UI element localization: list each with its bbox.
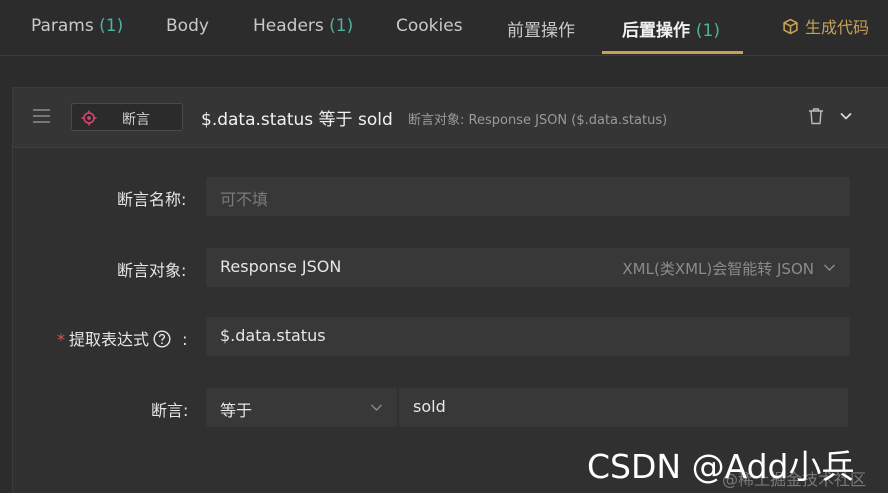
tab-pre-operations[interactable]: 前置操作 bbox=[507, 16, 575, 41]
tab-label: Cookies bbox=[396, 16, 463, 36]
chevron-down-icon bbox=[371, 404, 382, 411]
assertion-expected-input[interactable]: sold bbox=[399, 388, 848, 427]
tab-count: (1) bbox=[99, 16, 124, 36]
tab-params[interactable]: Params (1) bbox=[31, 16, 123, 36]
tab-label: Body bbox=[166, 16, 209, 36]
assertion-name-placeholder: 可不填 bbox=[220, 190, 269, 209]
tab-body[interactable]: Body bbox=[166, 16, 209, 36]
extract-expression-value: $.data.status bbox=[220, 326, 326, 345]
assertion-target-select[interactable]: Response JSON XML(类XML)会智能转 JSON bbox=[206, 248, 850, 287]
extract-expression-text: 提取表达式 bbox=[69, 330, 150, 349]
assertion-subtitle: 断言对象: Response JSON ($.data.status) bbox=[408, 113, 668, 128]
assertion-expected-value: sold bbox=[413, 397, 446, 416]
assertion-target-label: 断言对象: bbox=[117, 261, 187, 280]
assertion-target-hint: XML(类XML)会智能转 JSON bbox=[622, 260, 814, 278]
extract-expression-input[interactable]: $.data.status bbox=[206, 317, 850, 356]
help-icon[interactable] bbox=[153, 330, 171, 348]
drag-handle-icon[interactable] bbox=[33, 109, 50, 123]
request-tab-bar: Params (1) Body Headers (1) Cookies 前置操作… bbox=[0, 0, 888, 56]
assertion-operator-value: 等于 bbox=[220, 401, 253, 420]
assertion-type-chip: 断言 bbox=[71, 103, 183, 131]
generate-code-button[interactable]: 生成代码 bbox=[782, 14, 869, 38]
tab-post-operations[interactable]: 后置操作 (1) bbox=[622, 16, 720, 41]
tab-label: 前置操作 bbox=[507, 21, 575, 41]
tab-count: (1) bbox=[695, 21, 721, 41]
assertion-label: 断言: bbox=[151, 401, 189, 420]
tab-cookies[interactable]: Cookies bbox=[396, 16, 463, 36]
chevron-down-icon bbox=[824, 264, 835, 271]
tab-label: Headers bbox=[253, 16, 324, 36]
tab-label: Params bbox=[31, 16, 94, 36]
juejin-watermark: @稀土掘金技术社区 bbox=[722, 470, 867, 489]
extract-expression-label: * 提取表达式 : bbox=[57, 326, 188, 350]
post-operations-panel: Params (1) Body Headers (1) Cookies 前置操作… bbox=[0, 0, 888, 493]
required-marker: * bbox=[57, 330, 65, 349]
assertion-card: 断言 $.data.status 等于 sold 断言对象: Response … bbox=[12, 87, 888, 493]
assertion-target-value: Response JSON bbox=[220, 257, 342, 276]
assertion-operator-select[interactable]: 等于 bbox=[206, 388, 397, 427]
tab-label: 后置操作 bbox=[622, 21, 690, 41]
assertion-title: $.data.status 等于 sold bbox=[201, 110, 393, 130]
tab-count: (1) bbox=[329, 16, 354, 36]
trash-icon[interactable] bbox=[808, 107, 824, 125]
assertion-card-header[interactable]: 断言 $.data.status 等于 sold 断言对象: Response … bbox=[13, 88, 888, 148]
active-tab-indicator bbox=[602, 51, 743, 54]
target-icon bbox=[81, 110, 97, 126]
assertion-name-input[interactable]: 可不填 bbox=[206, 177, 850, 216]
tab-headers[interactable]: Headers (1) bbox=[253, 16, 353, 36]
generate-code-label: 生成代码 bbox=[805, 18, 870, 37]
assertion-name-label: 断言名称: bbox=[117, 190, 187, 209]
extract-expression-colon: : bbox=[182, 330, 188, 349]
chevron-down-icon[interactable] bbox=[839, 109, 853, 123]
assertion-type-label: 断言 bbox=[122, 112, 150, 128]
cube-icon bbox=[783, 18, 798, 34]
